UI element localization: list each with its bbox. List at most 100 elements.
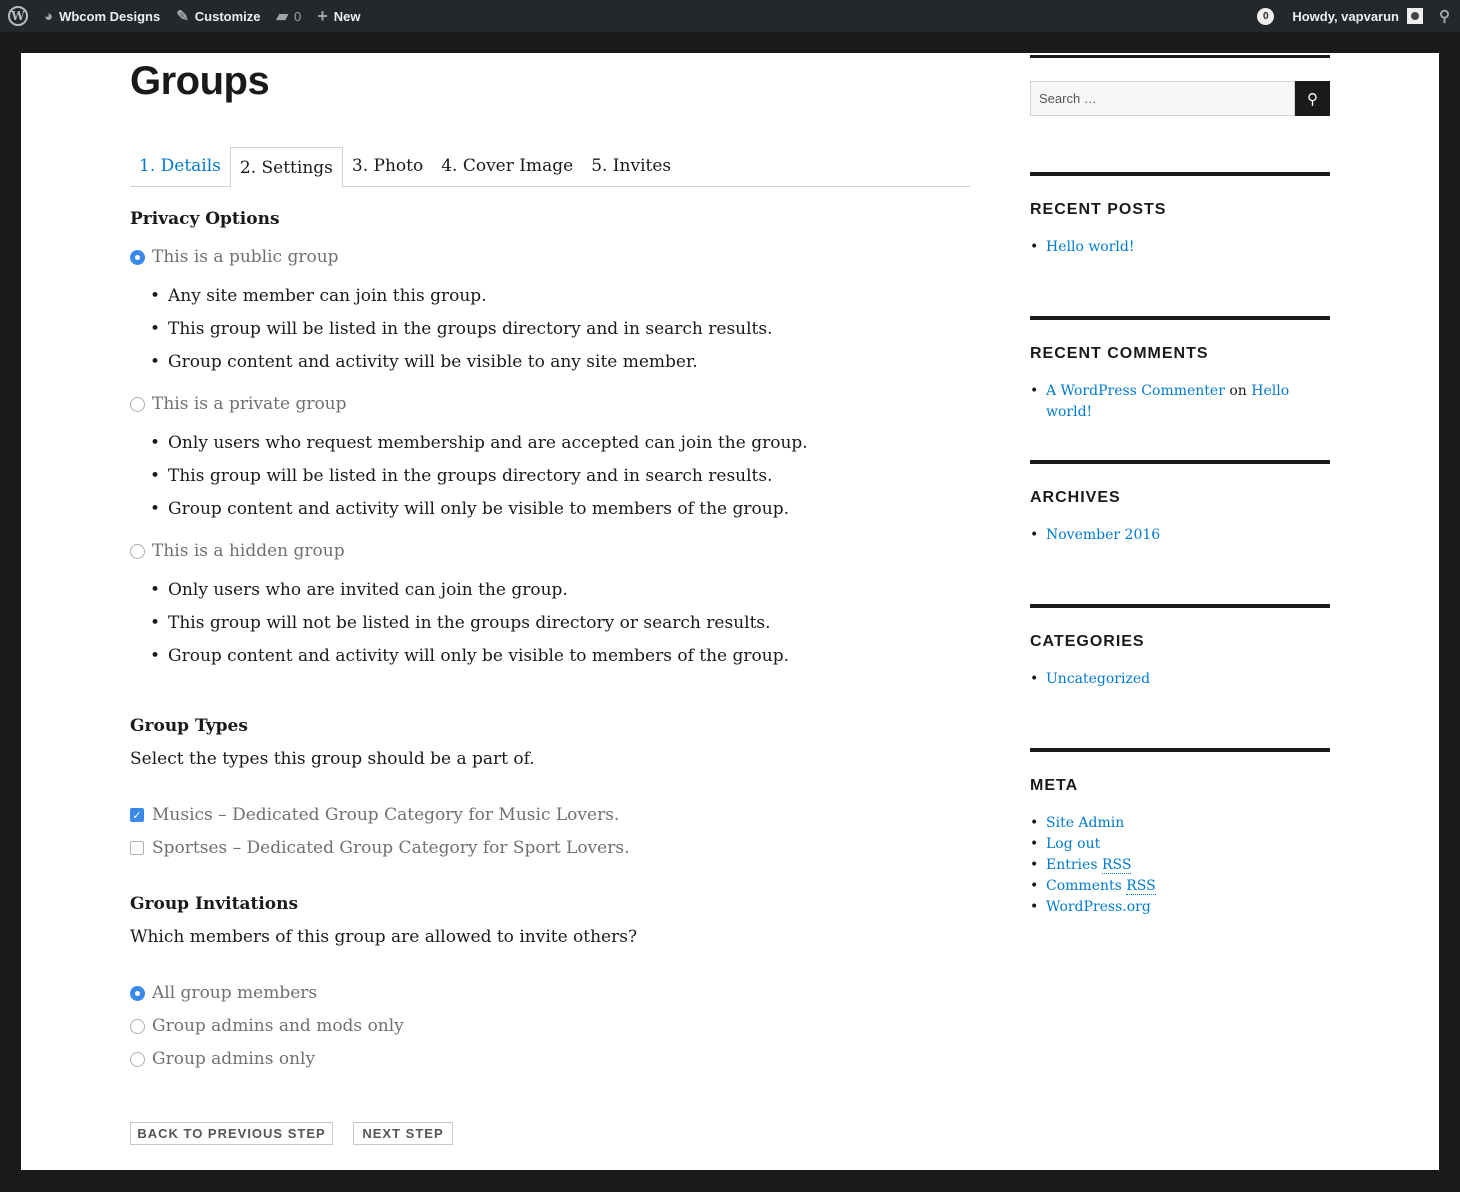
invite-admins-only-option[interactable]: Group admins only xyxy=(130,1049,315,1069)
dashboard-icon: ◕ xyxy=(44,7,54,25)
invite-admins-only-label[interactable]: Group admins only xyxy=(152,1049,315,1069)
tab-photo[interactable]: 3. Photo xyxy=(343,147,432,187)
search-submit-button[interactable]: ⚲ xyxy=(1295,81,1330,116)
page-content: Groups 1. Details 2. Settings 3. Photo 4… xyxy=(21,53,1439,1170)
list-item: Entries RSS xyxy=(1030,855,1330,876)
next-step-button[interactable]: NEXT STEP xyxy=(353,1122,453,1145)
musics-label[interactable]: Musics – Dedicated Group Category for Mu… xyxy=(152,805,619,825)
list-item: Any site member can join this group. xyxy=(150,285,773,318)
archives-widget: ARCHIVES November 2016 xyxy=(1030,460,1330,546)
privacy-private-label[interactable]: This is a private group xyxy=(152,394,347,414)
privacy-options-heading: Privacy Options xyxy=(130,209,280,229)
category-link[interactable]: Uncategorized xyxy=(1046,671,1150,687)
tab-cover-image[interactable]: 4. Cover Image xyxy=(432,147,582,187)
privacy-public-label[interactable]: This is a public group xyxy=(152,247,339,267)
recent-comments-widget: RECENT COMMENTS A WordPress Commenter on… xyxy=(1030,316,1330,420)
comment-on-text: on xyxy=(1229,383,1247,399)
brush-icon: ✎ xyxy=(176,8,189,25)
categories-widget: CATEGORIES Uncategorized xyxy=(1030,604,1330,690)
new-content-menu[interactable]: + New xyxy=(309,0,368,32)
invite-admins-only-radio[interactable] xyxy=(130,1051,145,1067)
archives-list: November 2016 xyxy=(1030,525,1330,546)
my-account-menu[interactable]: Howdy, vapvarun xyxy=(1288,0,1427,32)
privacy-hidden-option[interactable]: This is a hidden group xyxy=(130,541,345,561)
group-invitations-heading: Group Invitations xyxy=(130,894,299,914)
comments-count: 0 xyxy=(294,8,302,24)
privacy-hidden-description: Only users who are invited can join the … xyxy=(150,579,789,678)
sidebar-divider xyxy=(1030,55,1330,58)
invite-all-members-radio[interactable] xyxy=(130,985,145,1001)
comments-rss-link[interactable]: Comments RSS xyxy=(1046,878,1156,895)
meta-list: Site Admin Log out Entries RSS Comments … xyxy=(1030,813,1330,918)
log-out-link[interactable]: Log out xyxy=(1046,836,1100,852)
tab-settings[interactable]: 2. Settings xyxy=(229,147,343,188)
privacy-public-radio[interactable] xyxy=(130,249,145,265)
group-type-sportses[interactable]: Sportses – Dedicated Group Category for … xyxy=(130,838,629,858)
tab-details[interactable]: 1. Details xyxy=(130,147,230,187)
privacy-hidden-label[interactable]: This is a hidden group xyxy=(152,541,345,561)
privacy-public-option[interactable]: This is a public group xyxy=(130,247,339,267)
list-item: Group content and activity will be visib… xyxy=(150,351,773,384)
avatar xyxy=(1407,8,1423,24)
invite-all-members-label[interactable]: All group members xyxy=(152,983,317,1003)
comment-icon: ▰ xyxy=(276,8,289,25)
list-item: Group content and activity will only be … xyxy=(150,498,808,531)
privacy-public-description: Any site member can join this group. Thi… xyxy=(150,285,773,384)
list-item: This group will be listed in the groups … xyxy=(150,318,773,351)
group-create-tabs: 1. Details 2. Settings 3. Photo 4. Cover… xyxy=(130,147,970,188)
search-input[interactable]: Search … xyxy=(1030,81,1295,116)
search-icon: ⚲ xyxy=(1439,8,1450,25)
group-invitations-intro: Which members of this group are allowed … xyxy=(130,927,638,947)
archives-title: ARCHIVES xyxy=(1030,489,1121,506)
privacy-private-description: Only users who request membership and ar… xyxy=(150,432,808,531)
plus-icon: + xyxy=(317,5,328,26)
list-item: Only users who are invited can join the … xyxy=(150,579,789,612)
tab-invites[interactable]: 5. Invites xyxy=(582,147,680,187)
list-item: This group will not be listed in the gro… xyxy=(150,612,789,645)
privacy-private-option[interactable]: This is a private group xyxy=(130,394,347,414)
comments-label: Comments xyxy=(1046,878,1122,894)
site-name-menu[interactable]: ◕ Wbcom Designs xyxy=(36,0,168,32)
recent-posts-title: RECENT POSTS xyxy=(1030,201,1167,218)
back-to-previous-step-button[interactable]: BACK TO PREVIOUS STEP xyxy=(130,1122,333,1145)
wordpress-logo-menu[interactable]: W xyxy=(0,0,36,32)
comments-link[interactable]: ▰ 0 xyxy=(269,0,310,32)
list-item: Group content and activity will only be … xyxy=(150,645,789,678)
invite-admins-mods-option[interactable]: Group admins and mods only xyxy=(130,1016,404,1036)
privacy-hidden-radio[interactable] xyxy=(130,543,145,559)
customize-label: Customize xyxy=(194,8,261,24)
list-item: Site Admin xyxy=(1030,813,1330,834)
sportses-checkbox[interactable] xyxy=(130,841,144,855)
list-item: WordPress.org xyxy=(1030,897,1330,918)
rss-abbr: RSS xyxy=(1126,878,1156,895)
group-type-musics[interactable]: ✓ Musics – Dedicated Group Category for … xyxy=(130,805,619,825)
list-item: Uncategorized xyxy=(1030,669,1330,690)
wordpress-icon: W xyxy=(8,6,28,26)
recent-comments-title: RECENT COMMENTS xyxy=(1030,345,1209,362)
recent-posts-list: Hello world! xyxy=(1030,237,1330,258)
site-admin-link[interactable]: Site Admin xyxy=(1046,815,1124,831)
new-label: New xyxy=(333,8,361,24)
musics-checkbox[interactable]: ✓ xyxy=(130,808,144,822)
sportses-label[interactable]: Sportses – Dedicated Group Category for … xyxy=(152,838,629,858)
invite-all-members-option[interactable]: All group members xyxy=(130,983,317,1003)
recent-post-link[interactable]: Hello world! xyxy=(1046,239,1135,255)
page-title: Groups xyxy=(130,59,270,103)
archive-link[interactable]: November 2016 xyxy=(1046,527,1160,543)
invite-admins-mods-label[interactable]: Group admins and mods only xyxy=(152,1016,404,1036)
group-types-heading: Group Types xyxy=(130,716,248,736)
invite-admins-mods-radio[interactable] xyxy=(130,1018,145,1034)
entries-rss-link[interactable]: Entries RSS xyxy=(1046,857,1132,874)
privacy-private-radio[interactable] xyxy=(130,396,145,412)
meta-title: META xyxy=(1030,777,1079,794)
admin-search-button[interactable]: ⚲ xyxy=(1427,0,1460,32)
recent-comments-list: A WordPress Commenter on Hello world! xyxy=(1030,381,1330,420)
comment-author-link[interactable]: A WordPress Commenter xyxy=(1046,383,1225,399)
categories-title: CATEGORIES xyxy=(1030,633,1145,650)
wordpress-org-link[interactable]: WordPress.org xyxy=(1046,899,1151,915)
group-types-intro: Select the types this group should be a … xyxy=(130,749,535,769)
list-item: Hello world! xyxy=(1030,237,1330,258)
customize-link[interactable]: ✎ Customize xyxy=(168,0,268,32)
notifications-badge[interactable]: 0 xyxy=(1257,7,1275,25)
entries-label: Entries xyxy=(1046,857,1098,873)
